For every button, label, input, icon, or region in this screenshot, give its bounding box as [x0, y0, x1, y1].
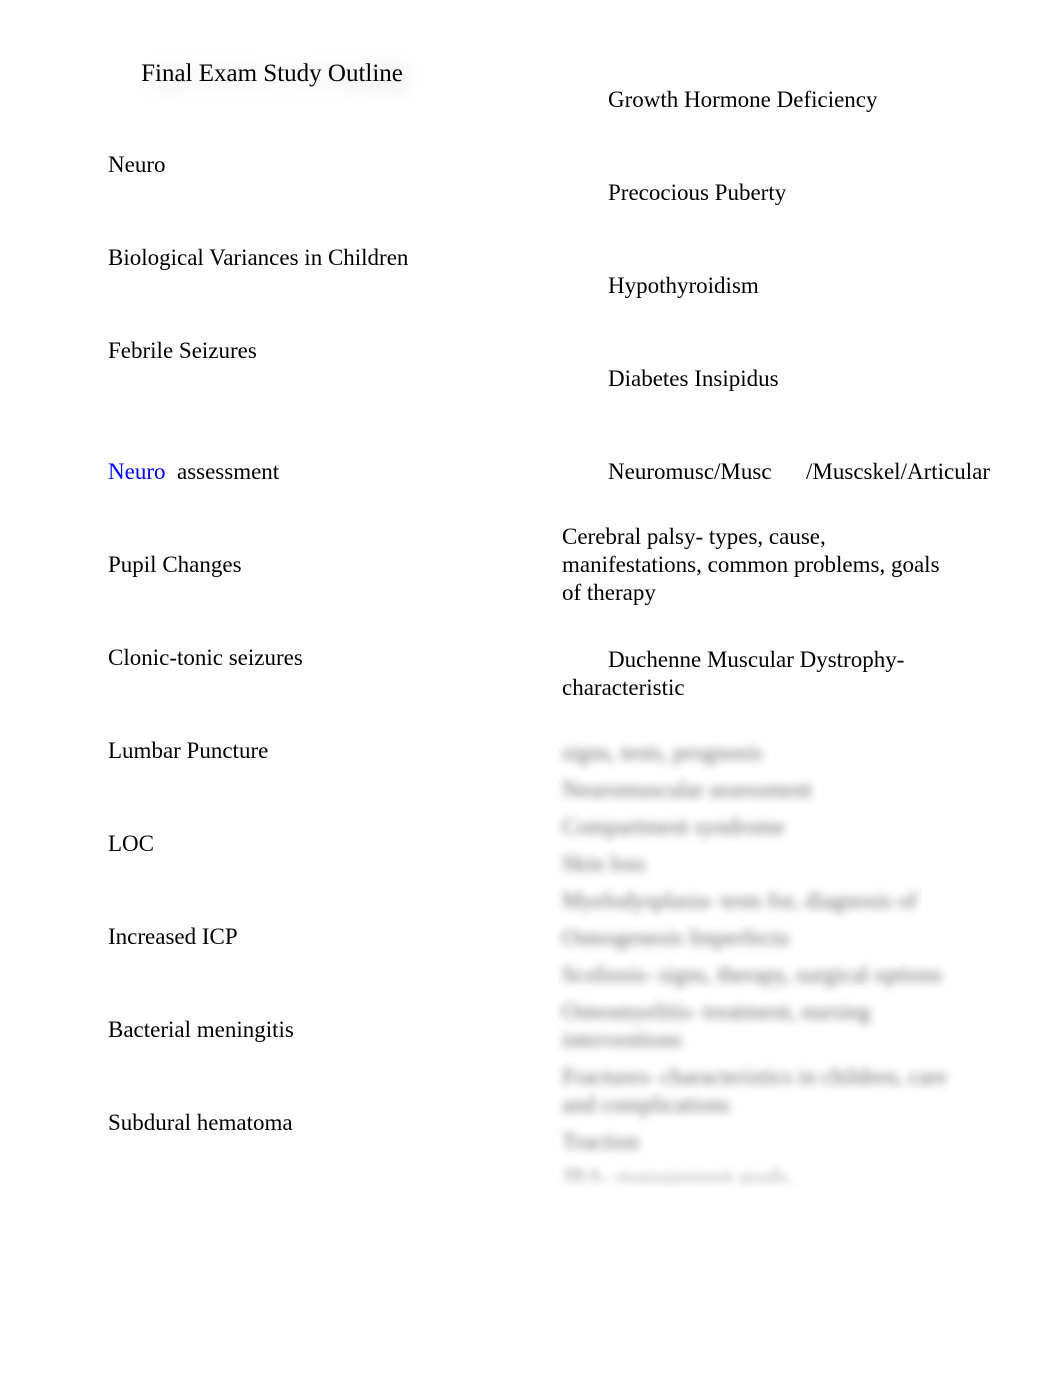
- obscured-item: Neuromuscular assessment: [562, 777, 812, 802]
- outline-item-label: Increased ICP: [108, 924, 238, 949]
- outline-item-label: assessment: [165, 459, 280, 484]
- outline-item-label: LOC: [108, 831, 154, 856]
- outline-item-label: Hypothyroidism: [608, 273, 759, 298]
- obscured-item: Scoliosis- signs, therapy, surgical opti…: [562, 962, 943, 987]
- obscured-item: Osteomyelitis- treatment, nursing interv…: [562, 999, 877, 1052]
- obscured-item: Osteogenesis Imperfecta: [562, 925, 789, 950]
- obscured-item: Fractures- characteristics in children, …: [562, 1064, 948, 1117]
- outline-item-label: Growth Hormone Deficiency: [608, 87, 878, 112]
- outline-item-diabetes-insipidus: Diabetes Insipidus: [562, 337, 992, 421]
- outline-item-hypothyroidism: Hypothyroidism: [562, 244, 992, 328]
- document-content: Final Exam Study Outline Neuro Biologica…: [0, 0, 1062, 1190]
- outline-item-growth-hormone-deficiency: Growth Hormone Deficiency: [562, 58, 992, 142]
- obscured-item: Skin loss: [562, 851, 646, 876]
- obscured-item: Traction: [562, 1129, 640, 1154]
- outline-item-neuro-assessment: Neuro assessment: [62, 402, 532, 514]
- outline-item-label: Precocious Puberty: [608, 180, 787, 205]
- outline-item-label: Diabetes Insipidus: [608, 366, 779, 391]
- outline-item-biological-variances: Biological Variances in Children: [62, 216, 532, 300]
- outline-item-label: Cerebral palsy- types, cause, manifestat…: [562, 524, 940, 605]
- document-page: Final Exam Study Outline Neuro Biologica…: [0, 0, 1062, 1377]
- outline-item-seizure-classifications: Seizure classifications: [62, 1174, 532, 1190]
- outline-item-bacterial-meningitis: Bacterial meningitis: [62, 988, 532, 1072]
- outline-item-label: Neuro: [108, 152, 166, 177]
- outline-item-label: Lumbar Puncture: [108, 738, 269, 763]
- obscured-item: Myelodysplasia- tests for, diagnosis of: [562, 888, 917, 913]
- outline-item-label: Pupil Changes: [108, 552, 242, 577]
- outline-item-neuro: Neuro: [62, 95, 532, 207]
- outline-item-label: Biological Variances in Children: [108, 245, 409, 270]
- outline-item-clonic-tonic-seizures: Clonic-tonic seizures: [62, 616, 532, 700]
- outline-item-label: Bacterial meningitis: [108, 1017, 294, 1042]
- obscured-item: JRA- management goals, nursing considera…: [562, 1166, 794, 1190]
- outline-item-label: Febrile Seizures: [108, 338, 257, 363]
- obscured-item: signs, tests, prognosis: [562, 740, 763, 765]
- outline-item-label-linked[interactable]: Neuro: [108, 459, 165, 484]
- left-column: Neuro Biological Variances in Children F…: [62, 95, 532, 1190]
- outline-item-label: Clonic-tonic seizures: [108, 645, 303, 670]
- outline-item-duchenne-muscular-dystrophy: Duchenne Muscular Dystrophy- characteris…: [562, 618, 992, 730]
- outline-item-cerebral-palsy: Cerebral palsy- types, cause, manifestat…: [562, 523, 962, 607]
- outline-item-febrile-seizures: Febrile Seizures: [62, 309, 532, 393]
- outline-item-label: Subdural hematoma: [108, 1110, 293, 1135]
- page-title: Final Exam Study Outline: [141, 60, 403, 87]
- outline-item-pupil-changes: Pupil Changes: [62, 523, 532, 607]
- outline-item-increased-icp: Increased ICP: [62, 895, 532, 979]
- outline-item-label: Neuromusc/Musc /Muscskel/Articular: [608, 459, 990, 484]
- outline-item-precocious-puberty: Precocious Puberty: [562, 151, 992, 235]
- obscured-item: Compartment syndrome: [562, 814, 785, 839]
- outline-item-lumbar-puncture: Lumbar Puncture: [62, 709, 532, 793]
- right-column: Growth Hormone Deficiency Precocious Pub…: [562, 58, 992, 1190]
- outline-item-label: Duchenne Muscular Dystrophy- characteris…: [562, 647, 911, 700]
- outline-section-neuromusc-muscskel: Neuromusc/Musc /Muscskel/Articular: [562, 430, 992, 514]
- outline-item-subdural-hematoma: Subdural hematoma: [62, 1081, 532, 1165]
- outline-item-loc: LOC: [62, 802, 532, 886]
